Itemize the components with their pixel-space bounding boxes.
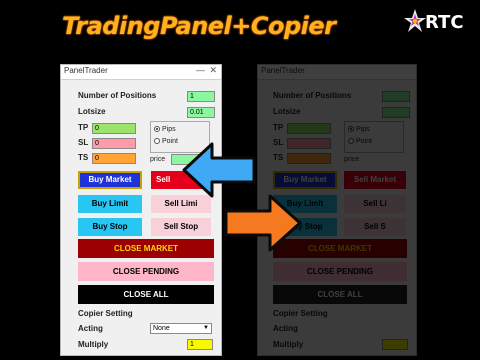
ghost-tp-input [287,123,331,134]
ghost-radio-pips: Pips [348,126,370,133]
ghost-num-positions-input [382,91,410,102]
ghost-price-label: price [344,156,360,163]
tp-label: TP [78,123,89,132]
radio-point-label: Point [162,138,178,145]
banner: TradingPanel+Copier RTC [60,0,464,61]
close-market-button[interactable]: CLOSE MARKET [78,239,214,258]
ghost-ts-label: TS [273,153,284,162]
num-positions-input[interactable]: 1 [187,91,215,102]
lotsize-label: Lotsize [78,107,106,116]
radio-pips-label: Pips [162,126,176,133]
radio-point[interactable]: Point [154,138,178,145]
ghost-num-positions-label: Number of Positions [273,91,352,100]
sl-input[interactable]: 0 [92,138,136,149]
rtc-logo: RTC [403,8,471,48]
price-label: price [150,156,166,163]
arrow-right-icon [224,194,302,252]
radio-dot-icon [154,138,160,144]
buy-stop-button[interactable]: Buy Stop [78,218,142,236]
multiply-label: Multiply [78,340,109,349]
ghost-multiply-label: Multiply [273,340,304,349]
close-all-button[interactable]: CLOSE ALL [78,285,214,304]
tp-input[interactable]: 0 [92,123,136,134]
ghost-radio-dot-icon [348,138,354,144]
rtc-logo-mark-icon [404,9,426,32]
radio-pips[interactable]: Pips [154,126,176,133]
ghost-mode-radio-group: Pips Point [344,121,404,153]
ghost-copier-setting-label: Copier Setting [273,309,328,318]
ghost-sell-market-button: Sell Market [344,171,406,189]
ghost-lotsize-input [382,107,410,118]
ghost-sl-label: SL [273,138,284,147]
ghost-panel-titlebar: PanelTrader [258,65,416,80]
ghost-radio-point: Point [348,138,372,145]
ghost-radio-pips-label: Pips [356,126,370,133]
buy-limit-button[interactable]: Buy Limit [78,195,142,213]
banner-title: TradingPanel+Copier [62,12,336,40]
rtc-logo-text: RTC [425,12,464,33]
close-icon[interactable]: ✕ [209,65,217,76]
ghost-sell-stop-button: Sell S [344,218,406,236]
acting-label: Acting [78,324,103,333]
multiply-input[interactable]: 1 [187,339,213,350]
sl-label: SL [78,138,89,147]
ghost-ts-input [287,153,331,164]
ghost-lotsize-label: Lotsize [273,107,301,116]
acting-select[interactable]: None ▼ [150,323,212,334]
ghost-sl-input [287,138,331,149]
lotsize-input[interactable]: 0.01 [187,107,215,118]
radio-dot-selected-icon [154,126,160,132]
ts-input[interactable]: 0 [92,153,136,164]
num-positions-label: Number of Positions [78,91,157,100]
buy-market-button[interactable]: Buy Market [78,171,142,189]
ghost-close-pending-button: CLOSE PENDING [273,262,407,281]
arrow-left-icon [182,142,256,198]
ghost-tp-label: TP [273,123,284,132]
minimize-icon[interactable]: — [196,65,205,75]
copier-setting-label: Copier Setting [78,309,133,318]
ghost-acting-label: Acting [273,324,298,333]
chevron-down-icon: ▼ [203,325,209,331]
ghost-multiply-input [382,339,408,350]
panel-titlebar[interactable]: PanelTrader — ✕ [61,65,221,80]
ghost-sell-limit-button: Sell Li [344,195,406,213]
ts-label: TS [78,153,89,162]
close-pending-button[interactable]: CLOSE PENDING [78,262,214,281]
panel-trader: PanelTrader — ✕ Number of Positions 1 Lo… [60,64,222,356]
ghost-radio-point-label: Point [356,138,372,145]
ghost-close-all-button: CLOSE ALL [273,285,407,304]
panel-title: PanelTrader [64,66,108,75]
acting-select-value: None [153,325,170,332]
ghost-buy-market-button: Buy Market [273,171,337,189]
sell-stop-button[interactable]: Sell Stop [151,218,211,236]
ghost-radio-dot-selected-icon [348,126,354,132]
ghost-panel-title: PanelTrader [261,66,305,75]
